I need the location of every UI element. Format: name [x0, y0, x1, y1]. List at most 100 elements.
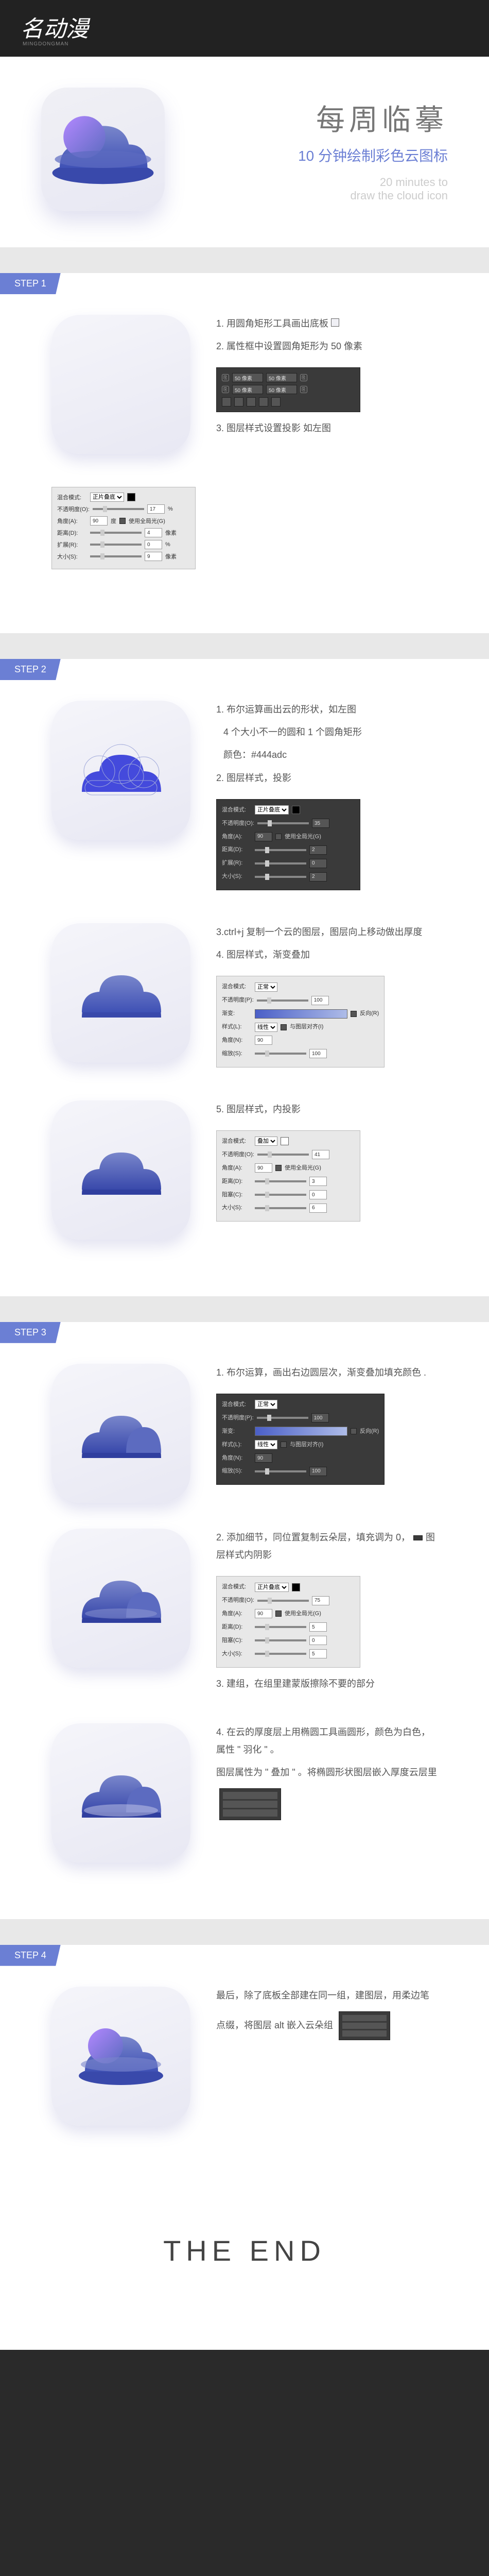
check[interactable] [281, 1442, 287, 1448]
drop-shadow-panel-2[interactable]: 混合模式:正片叠底 不透明度(O): 角度(A): 使用全局光(G) 距离(D)… [216, 799, 360, 890]
check[interactable] [281, 1024, 287, 1030]
select[interactable]: 正常 [255, 982, 277, 992]
scale-input[interactable] [309, 1049, 327, 1058]
distance-input[interactable] [145, 528, 162, 537]
step-2-tab: STEP 2 [0, 659, 61, 680]
angle-input[interactable] [255, 832, 272, 841]
slider[interactable] [255, 876, 306, 878]
angle-input[interactable] [255, 1453, 272, 1463]
angle-input[interactable] [255, 1163, 272, 1173]
inner-shadow-panel-2[interactable]: 混合模式:正片叠底 不透明度(O): 角度(A): 使用全局光(G) 距离(D)… [216, 1576, 360, 1667]
blend-mode-select[interactable]: 正片叠底 [90, 493, 124, 502]
opacity-input[interactable] [311, 996, 329, 1005]
slider[interactable] [255, 1470, 306, 1472]
corner-tl-input[interactable] [232, 373, 263, 382]
dist-input[interactable] [309, 1622, 327, 1632]
opacity-input[interactable] [312, 1596, 329, 1605]
opacity-input[interactable] [312, 1150, 329, 1159]
gradient-bar[interactable] [255, 1427, 347, 1436]
slider[interactable] [255, 1626, 306, 1628]
slider[interactable] [255, 862, 306, 865]
s2-r2-t2: 4. 图层样式，渐变叠加 [216, 946, 438, 963]
check[interactable] [275, 834, 282, 840]
slider[interactable] [255, 1639, 306, 1641]
slider[interactable] [255, 1194, 306, 1196]
color-swatch[interactable] [292, 806, 300, 814]
icon-btn[interactable] [247, 397, 256, 406]
lbl: 扩展(R): [57, 540, 87, 549]
spread-input[interactable] [145, 540, 162, 549]
choke-input[interactable] [309, 1636, 327, 1645]
corner-tr-input[interactable] [266, 373, 297, 382]
size-slider[interactable] [90, 555, 142, 557]
opacity-input[interactable] [312, 819, 329, 828]
scale-input[interactable] [309, 1467, 327, 1476]
footer-dark [0, 2350, 489, 2576]
angle-input[interactable] [255, 1609, 272, 1618]
opacity-input[interactable] [311, 1413, 329, 1422]
s2-r1-t3: 颜色：#444adc [216, 746, 438, 764]
select[interactable]: 线性 [255, 1440, 277, 1449]
global-light-check[interactable] [119, 518, 126, 524]
link-icon[interactable]: ⎘ [222, 386, 229, 393]
angle-input[interactable] [255, 1036, 272, 1045]
size-input[interactable] [145, 552, 162, 561]
opacity-input[interactable] [147, 504, 165, 514]
properties-panel[interactable]: ⎘ ⎘ ⎘ ⎘ [216, 367, 360, 412]
link-icon[interactable]: ⎘ [300, 386, 307, 393]
slider[interactable] [257, 1417, 308, 1419]
spread-slider[interactable] [90, 544, 142, 546]
corner-br-input[interactable] [266, 385, 297, 394]
select[interactable]: 叠加 [255, 1137, 277, 1146]
choke-input[interactable] [309, 1190, 327, 1199]
size-input[interactable] [309, 872, 327, 882]
icon-btn[interactable] [234, 397, 243, 406]
blend-mode-select[interactable]: 正片叠底 [255, 805, 289, 815]
spread-input[interactable] [309, 859, 327, 868]
corner-bl-input[interactable] [232, 385, 263, 394]
color-swatch[interactable] [127, 493, 135, 501]
hero-en-1: 20 minutes to [196, 176, 448, 189]
check[interactable] [275, 1611, 282, 1617]
check[interactable] [351, 1011, 357, 1017]
gradient-bar[interactable] [255, 1009, 347, 1019]
color-swatch[interactable] [281, 1137, 289, 1145]
step-1-tab: STEP 1 [0, 273, 61, 294]
layers-mini-panel [219, 1788, 281, 1820]
slider[interactable] [255, 1180, 306, 1182]
inner-shadow-panel[interactable]: 混合模式:叠加 不透明度(O): 角度(A): 使用全局光(G) 距离(D): … [216, 1130, 360, 1222]
size-input[interactable] [309, 1649, 327, 1658]
icon-btn[interactable] [271, 397, 281, 406]
select[interactable]: 正片叠底 [255, 1583, 289, 1592]
gradient-overlay-panel-2[interactable]: 混合模式:正常 不透明度(P): 渐变:反向(R) 样式(L):线性与图层对齐(… [216, 1394, 385, 1485]
slider[interactable] [255, 849, 306, 851]
distance-slider[interactable] [90, 532, 142, 534]
icon-btn[interactable] [259, 397, 268, 406]
step-3-tab: STEP 3 [0, 1322, 61, 1343]
color-swatch[interactable] [292, 1583, 300, 1591]
icon-btn[interactable] [222, 397, 231, 406]
step2-thumb-1 [51, 701, 190, 840]
select[interactable]: 正常 [255, 1400, 277, 1409]
slider[interactable] [257, 999, 308, 1002]
slider[interactable] [255, 1207, 306, 1209]
slider[interactable] [257, 1600, 309, 1602]
dist-input[interactable] [309, 1177, 327, 1186]
hero-en-2: draw the cloud icon [196, 189, 448, 202]
size-input[interactable] [309, 1204, 327, 1213]
check[interactable] [275, 1165, 282, 1171]
link-icon[interactable]: ⎘ [222, 374, 229, 381]
dist-input[interactable] [309, 845, 327, 855]
drop-shadow-panel[interactable]: 混合模式:正片叠底 不透明度(O):% 角度(A):度 使用全局光(G) 距离(… [51, 487, 196, 569]
link-icon[interactable]: ⎘ [300, 374, 307, 381]
opacity-slider[interactable] [93, 508, 144, 510]
angle-input[interactable] [90, 516, 108, 526]
slider[interactable] [257, 822, 309, 824]
check[interactable] [351, 1428, 357, 1434]
slider[interactable] [255, 1053, 306, 1055]
slider[interactable] [255, 1653, 306, 1655]
slider[interactable] [257, 1154, 309, 1156]
gradient-overlay-panel[interactable]: 混合模式:正常 不透明度(P): 渐变:反向(R) 样式(L):线性与图层对齐(… [216, 976, 385, 1067]
cloud-construction-icon [69, 734, 172, 806]
select[interactable]: 线性 [255, 1023, 277, 1032]
